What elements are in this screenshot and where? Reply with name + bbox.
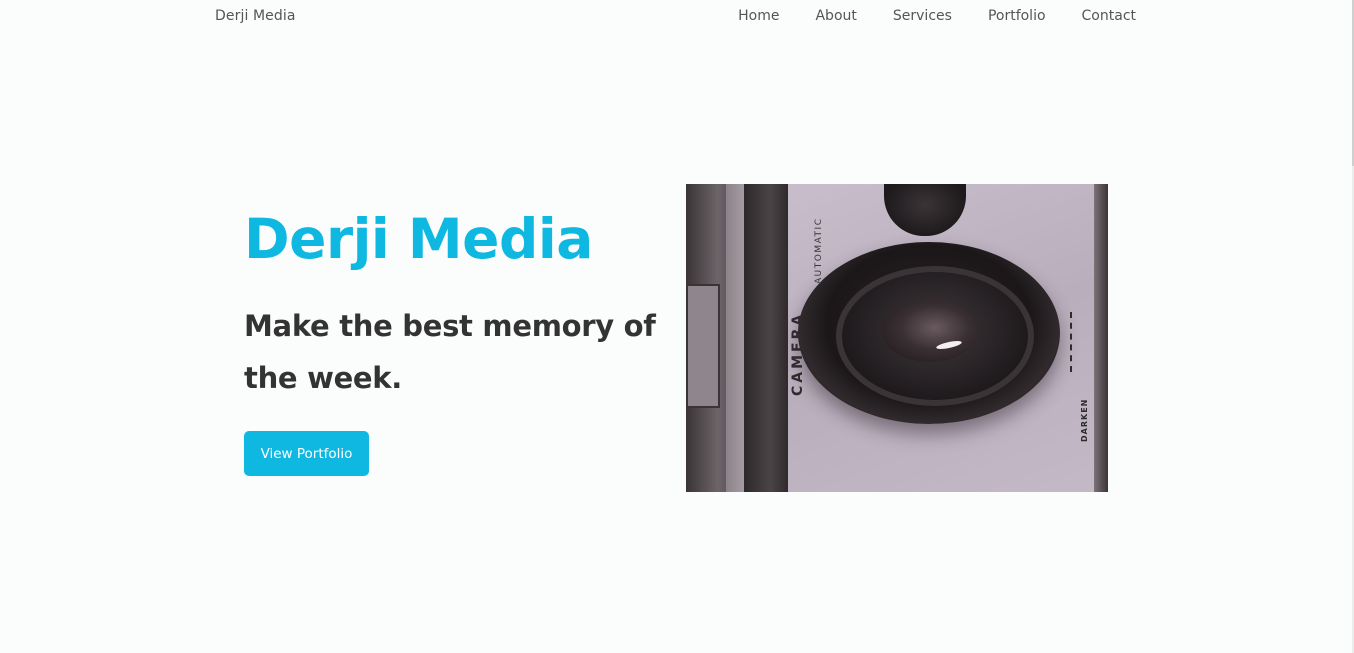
nav-link-contact[interactable]: Contact: [1082, 8, 1136, 24]
page: Derji Media Home About Services Portfoli…: [0, 0, 1354, 653]
camera-right-shadow: [1094, 184, 1108, 492]
view-portfolio-button[interactable]: View Portfolio: [244, 431, 369, 476]
camera-side-panel: [686, 284, 720, 408]
camera-dark-band: [744, 184, 788, 492]
camera-lens-glass: [882, 300, 978, 362]
camera-body-label: CAMERA: [790, 311, 806, 396]
nav-links: Home About Services Portfolio Contact: [738, 8, 1136, 24]
nav-link-services[interactable]: Services: [893, 8, 952, 24]
navbar: Derji Media Home About Services Portfoli…: [0, 0, 1354, 34]
camera-exposure-ticks: [1070, 312, 1076, 372]
nav-link-about[interactable]: About: [815, 8, 856, 24]
nav-link-home[interactable]: Home: [738, 8, 779, 24]
hero-subtitle: Make the best memory of the week.: [244, 309, 656, 395]
hero-camera-image: CAMERA AUTOMATIC DARKEN: [686, 184, 1108, 492]
camera-side-strip: [726, 184, 744, 492]
camera-auto-label: AUTOMATIC: [814, 217, 824, 285]
nav-link-portfolio[interactable]: Portfolio: [988, 8, 1046, 24]
camera-darken-label: DARKEN: [1080, 398, 1089, 442]
brand-link[interactable]: Derji Media: [215, 8, 296, 24]
hero-title: Derji Media: [244, 207, 593, 271]
